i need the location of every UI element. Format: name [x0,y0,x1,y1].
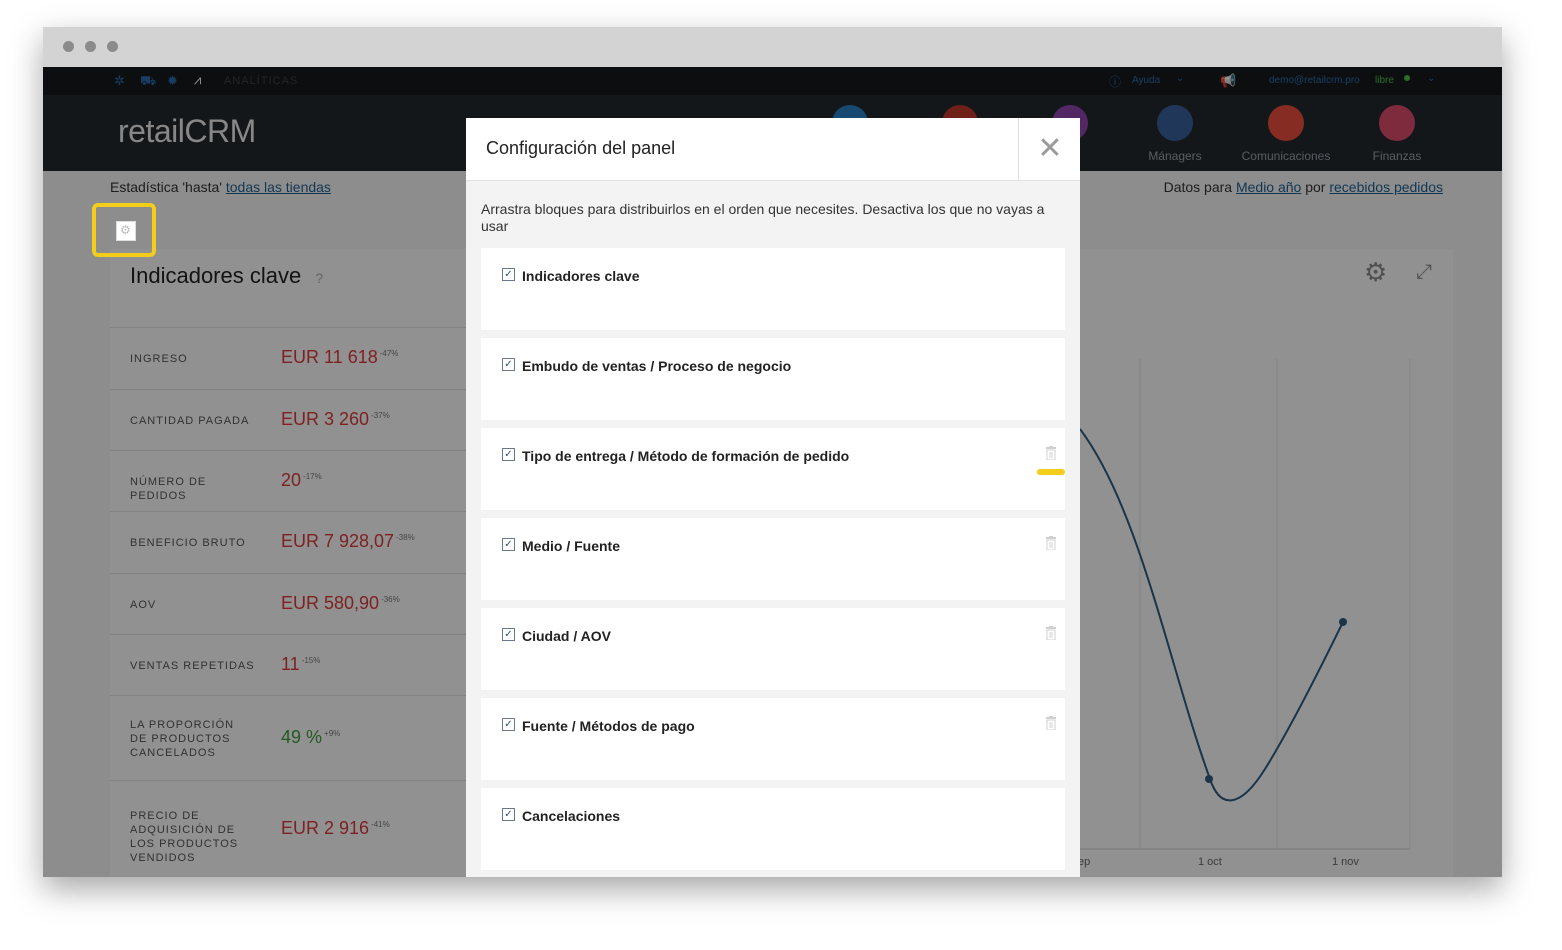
block-checkbox[interactable]: ✓ [502,628,515,641]
checkmark-icon: ✓ [504,629,513,640]
panel-config-modal: Configuración del panel ✕ Arrastra bloqu… [466,118,1080,877]
block-checkbox[interactable]: ✓ [502,358,515,371]
window-minimize-dot[interactable] [85,41,96,52]
checkmark-icon: ✓ [504,809,513,820]
checkmark-icon: ✓ [504,539,513,550]
modal-description: Arrastra bloques para distribuirlos en e… [481,201,1045,234]
checkmark-icon: ✓ [504,359,513,370]
trash-icon[interactable] [1045,536,1057,551]
modal-header: Configuración del panel ✕ [466,118,1080,181]
checkmark-icon: ✓ [504,719,513,730]
config-block[interactable]: ✓ Cancelaciones [481,788,1065,870]
panel-settings-gear-icon[interactable]: ⚙ [116,221,136,241]
block-label: Cancelaciones [522,808,621,824]
window-maximize-dot[interactable] [107,41,118,52]
window-close-dot[interactable] [63,41,74,52]
trash-icon[interactable] [1045,716,1057,731]
trash-highlight-marker [1037,469,1065,475]
window-titlebar [43,27,1502,67]
config-block[interactable]: ✓ Medio / Fuente [481,518,1065,600]
browser-window: ✲ ⛟ ✹ ⩘ ANALÍTICAS ⓘ Ayuda ⌄ 📢 demo@reta… [43,27,1502,877]
checkmark-icon: ✓ [504,449,513,460]
block-label: Ciudad / AOV [522,628,611,644]
block-checkbox[interactable]: ✓ [502,808,515,821]
close-icon[interactable]: ✕ [1018,118,1081,180]
panel-settings-button-highlight[interactable]: ⚙ [92,203,156,257]
block-checkbox[interactable]: ✓ [502,448,515,461]
block-checkbox[interactable]: ✓ [502,268,515,281]
config-block[interactable]: ✓ Tipo de entrega / Método de formación d… [481,428,1065,510]
checkmark-icon: ✓ [504,269,513,280]
trash-icon[interactable] [1045,446,1057,461]
block-label: Tipo de entrega / Método de formación de… [522,448,850,464]
modal-title: Configuración del panel [486,138,676,158]
trash-icon[interactable] [1045,626,1057,641]
config-block[interactable]: ✓ Indicadores clave [481,248,1065,330]
block-label: Fuente / Métodos de pago [522,718,695,734]
block-checkbox[interactable]: ✓ [502,538,515,551]
block-label: Embudo de ventas / Proceso de negocio [522,358,792,374]
config-block[interactable]: ✓ Ciudad / AOV [481,608,1065,690]
block-label: Indicadores clave [522,268,640,284]
block-checkbox[interactable]: ✓ [502,718,515,731]
config-block[interactable]: ✓ Embudo de ventas / Proceso de negocio [481,338,1065,420]
config-block[interactable]: ✓ Fuente / Métodos de pago [481,698,1065,780]
block-label: Medio / Fuente [522,538,620,554]
